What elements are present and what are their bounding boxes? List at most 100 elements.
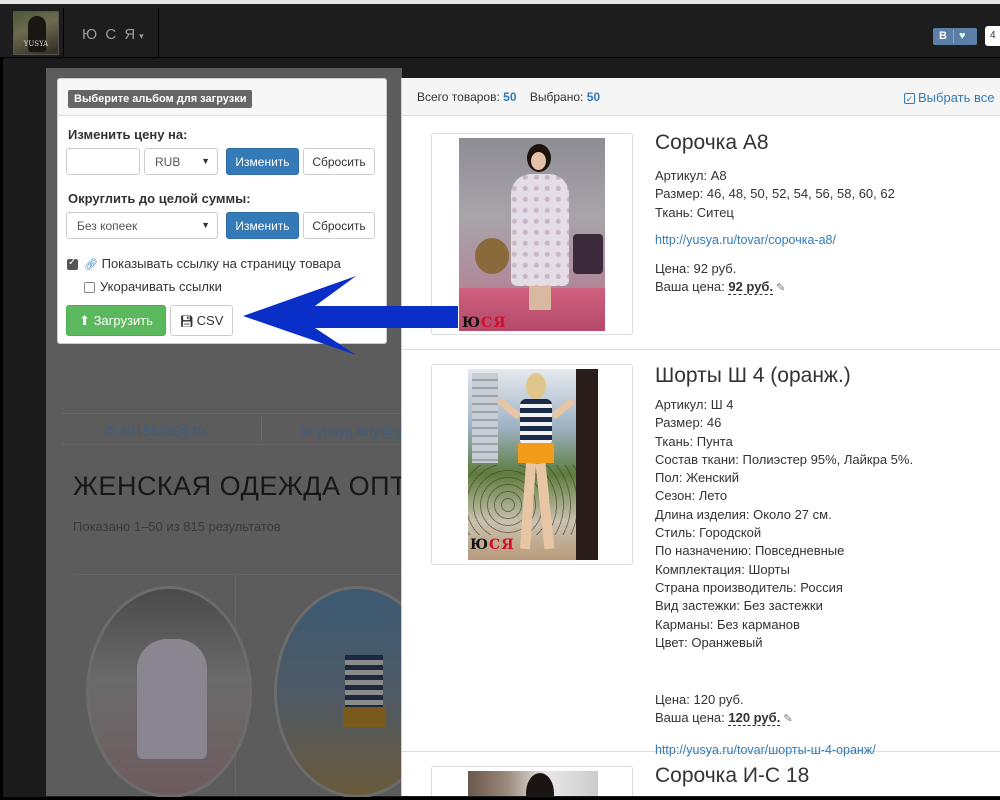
attribute-line: Страна производитель: Россия (655, 579, 843, 595)
site-logo[interactable]: YUSYA (13, 11, 59, 55)
envelope-icon: ✉ (301, 423, 317, 439)
chair-shape (573, 234, 603, 274)
upload-panel: Выберите альбом для загрузки Изменить це… (57, 78, 387, 344)
attribute-line: Артикул: Ш 4 (655, 397, 734, 412)
phone-link[interactable]: ✆ 89158239670 (104, 423, 205, 440)
product-attributes: Артикул: А8 Размер: 46, 48, 50, 52, 54, … (655, 167, 895, 222)
upload-label: Загрузить (93, 313, 153, 328)
photo-frame-edge (0, 58, 3, 800)
edit-icon[interactable]: ✎ (783, 710, 792, 728)
totals: Всего товаров: 50 Выбрано: 50 (417, 90, 600, 104)
product-photo: ЮСЯ (459, 138, 605, 331)
striped-top-shape (520, 399, 552, 443)
album-select-label[interactable]: Выберите альбом для загрузки (68, 90, 253, 108)
show-link-text: Показывать ссылку на страницу товара (101, 256, 341, 271)
results-count: Показано 1–50 из 815 результатов (73, 519, 281, 534)
photo-watermark-logo: ЮСЯ (470, 537, 515, 553)
save-icon: 💾︎ (179, 316, 197, 328)
building-shape (472, 373, 498, 463)
logo-letter: С (481, 315, 494, 331)
navbar-divider (63, 8, 64, 58)
round-label: Округлить до целой суммы: (68, 191, 251, 206)
your-price-label: Ваша цена: (655, 710, 725, 725)
edit-icon[interactable]: ✎ (776, 279, 785, 297)
phone-text: 89158239670 (119, 423, 206, 439)
attribute-line: Вид застежки: Без застежки (655, 598, 823, 614)
attribute-line: Карманы: Без карманов (655, 616, 800, 632)
panel-header: Выберите альбом для загрузки (58, 79, 386, 116)
product-title: Сорочка И-С 18 (655, 764, 810, 787)
vk-share-button[interactable]: В ♥ (933, 28, 977, 45)
logo-text: YUSYA (23, 40, 49, 48)
vk-icon: В (939, 30, 947, 42)
currency-select[interactable]: RUB ▼ (144, 148, 218, 175)
logo-letter: Ю (462, 315, 482, 331)
your-price-line: Ваша цена: 92 руб. ✎ (655, 278, 785, 297)
selected-value: 50 (586, 90, 601, 104)
currency-value: RUB (155, 155, 181, 169)
shorten-links-label: Укорачивать ссылки (100, 279, 222, 294)
change-prices-link[interactable]: Изменить цены (300, 314, 386, 328)
attribute-line: Длина изделия: Около 27 см. (655, 506, 832, 522)
dress-shape (511, 174, 569, 286)
shorten-links-checkbox[interactable] (84, 282, 95, 293)
your-price-value[interactable]: 120 руб. (728, 710, 781, 726)
upload-button[interactable]: ⬆︎ Загрузить (66, 305, 166, 336)
vk-divider (953, 30, 954, 43)
hair-shape (526, 773, 554, 796)
door-shape (576, 369, 598, 560)
attribute-line: Ткань: Ситец (655, 204, 734, 220)
select-all-link[interactable]: ✓ Выбрать все (904, 90, 994, 105)
shorts-figure (343, 707, 385, 727)
csv-label: CSV (196, 313, 224, 328)
products-panel: Всего товаров: 50 Выбрано: 50 ✓ Выбрать в… (401, 78, 1000, 796)
show-link-checkbox[interactable] (67, 257, 78, 270)
arm-shape (496, 397, 522, 420)
heart-icon: ♥ (959, 30, 966, 42)
navbar: YUSYA Ю С Я ▾ В ♥ 4 (0, 0, 1000, 58)
change-rounding-button[interactable]: Изменить (226, 212, 299, 239)
selected-label: Выбрано: (529, 90, 584, 104)
total-value: 50 (503, 90, 517, 104)
rounding-select[interactable]: Без копеек ▼ (66, 212, 218, 239)
dress-figure (137, 639, 207, 759)
brand-dropdown[interactable]: Ю С Я ▾ (82, 26, 146, 43)
price-input[interactable] (66, 148, 140, 175)
product-item: Сорочка И-С 18 (402, 752, 1000, 796)
product-photo: ЮСЯ (468, 369, 598, 560)
grid-product-image[interactable] (86, 586, 252, 798)
product-thumbnail[interactable]: ЮСЯ (431, 133, 633, 335)
attribute-line: Сезон: Лето (655, 488, 728, 504)
product-thumbnail[interactable]: ЮСЯ (431, 364, 633, 565)
show-link-label: 🔗︎ Показывать ссылку на страницу товара (84, 256, 341, 271)
brand-label: Ю С Я (82, 26, 138, 43)
logo-letter: С (489, 537, 502, 553)
price-change-label: Изменить цену на: (68, 127, 188, 142)
attribute-line: Стиль: Городской (655, 525, 762, 541)
shop-title: ЖЕНСКАЯ ОДЕЖДА ОПТОМ (73, 471, 451, 501)
like-count: 4 (985, 26, 1000, 46)
attribute-line: Состав ткани: Полиэстер 95%, Лайкра 5%. (655, 451, 914, 467)
upload-icon: ⬆︎ (79, 313, 94, 328)
price-line: Цена: 120 руб. (655, 692, 744, 707)
select-all-label: Выбрать все (918, 90, 995, 105)
contacts-divider (261, 417, 262, 441)
attribute-line: Размер: 46 (655, 415, 722, 431)
product-thumbnail[interactable] (431, 766, 633, 796)
product-link[interactable]: http://yusya.ru/tovar/сорочка-а8/ (655, 233, 836, 247)
product-prices: Цена: 120 руб. Ваша цена: 120 руб. ✎ (655, 691, 793, 728)
product-title: Сорочка А8 (655, 131, 769, 154)
logo-letter: Я (501, 537, 515, 553)
your-price-value[interactable]: 92 руб. (728, 279, 774, 295)
attribute-line: Цвет: Оранжевый (655, 634, 763, 650)
product-photo (468, 771, 598, 796)
legs-shape (529, 286, 551, 310)
change-price-button[interactable]: Изменить (226, 148, 299, 175)
reset-price-button[interactable]: Сбросить (303, 148, 375, 175)
attribute-line: Ткань: Пунта (655, 433, 733, 449)
orange-shorts-shape (518, 443, 554, 463)
product-attributes: Артикул: Ш 4 Размер: 46 Ткань: Пунта Сос… (655, 396, 913, 652)
your-price-label: Ваша цена: (655, 279, 725, 294)
reset-rounding-button[interactable]: Сбросить (303, 212, 375, 239)
csv-button[interactable]: 💾︎ CSV (170, 305, 233, 336)
